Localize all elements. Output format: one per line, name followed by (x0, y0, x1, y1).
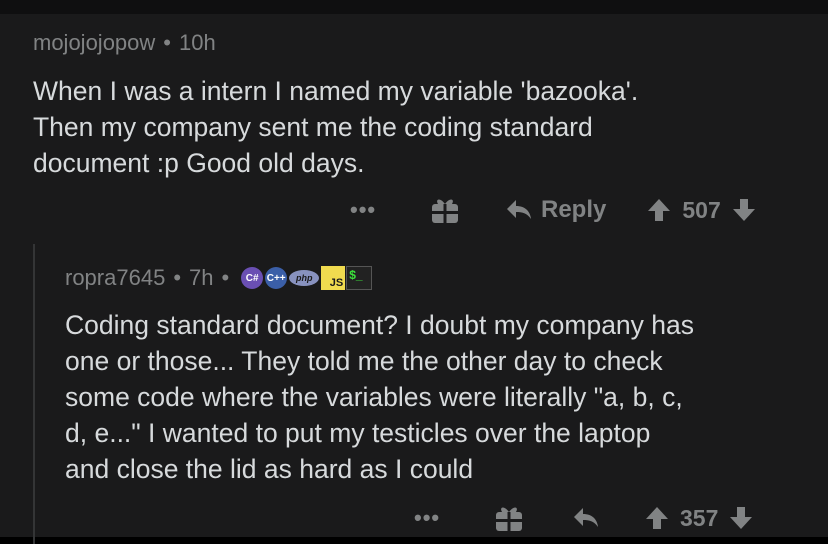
comment-actions: ••• Reply 507 (350, 190, 757, 230)
reply-meta: ropra7645 • 7h • C# C++ php JS $_ (65, 265, 373, 291)
comment-line: d, e..." I wanted to put my testicles ov… (65, 418, 651, 448)
vote-score: 357 (680, 504, 719, 531)
thread-line[interactable] (33, 244, 35, 544)
comment-line: When I was a intern I named my variable … (33, 76, 639, 106)
reply-actions: ••• 357 (414, 498, 754, 538)
csharp-icon: C# (241, 267, 264, 289)
comment-line: and close the lid as hard as I could (65, 454, 474, 484)
reply-icon (574, 508, 598, 527)
user-flair: C# C++ php JS $_ (241, 266, 373, 290)
reply-button[interactable]: Reply (505, 196, 606, 224)
meta-separator: • (163, 30, 171, 55)
reply-label: Reply (541, 196, 607, 223)
terminal-icon: $_ (346, 266, 373, 290)
cpp-icon: C++ (265, 267, 288, 289)
downvote-icon (732, 199, 755, 221)
reply-icon (507, 200, 531, 219)
more-options-button[interactable]: ••• (350, 197, 390, 223)
award-icon[interactable] (430, 195, 460, 225)
comment-meta: mojojojopow • 10h (33, 30, 216, 56)
comment-line: document :p Good old days. (33, 148, 365, 178)
vote-controls: 357 (644, 505, 754, 532)
comment-line: some code where the variables were liter… (65, 382, 683, 412)
vote-score: 507 (682, 196, 721, 223)
username[interactable]: mojojojopow (33, 30, 155, 55)
top-divider (0, 0, 828, 14)
comment-body: When I was a intern I named my variable … (33, 73, 793, 181)
username[interactable]: ropra7645 (65, 265, 165, 291)
timestamp[interactable]: 7h (189, 265, 213, 291)
reply-body: Coding standard document? I doubt my com… (65, 307, 810, 487)
reply-button[interactable] (572, 506, 608, 530)
vote-controls: 507 (646, 197, 756, 224)
comment-line: Coding standard document? I doubt my com… (65, 310, 695, 340)
award-icon[interactable] (494, 503, 524, 533)
upvote-icon (646, 507, 668, 529)
javascript-icon: JS (321, 266, 346, 290)
meta-separator: • (173, 265, 182, 290)
php-icon: php (289, 270, 320, 286)
comment-line: Then my company sent me the coding stand… (33, 112, 593, 142)
meta-separator: • (221, 265, 230, 290)
comment-line: one or those... They told me the other d… (65, 346, 663, 376)
comment-thread: mojojojopow • 10h When I was a intern I na… (0, 0, 828, 544)
downvote-icon (730, 507, 753, 529)
more-options-button[interactable]: ••• (414, 505, 454, 531)
timestamp[interactable]: 10h (179, 30, 216, 55)
upvote-icon (648, 199, 671, 221)
